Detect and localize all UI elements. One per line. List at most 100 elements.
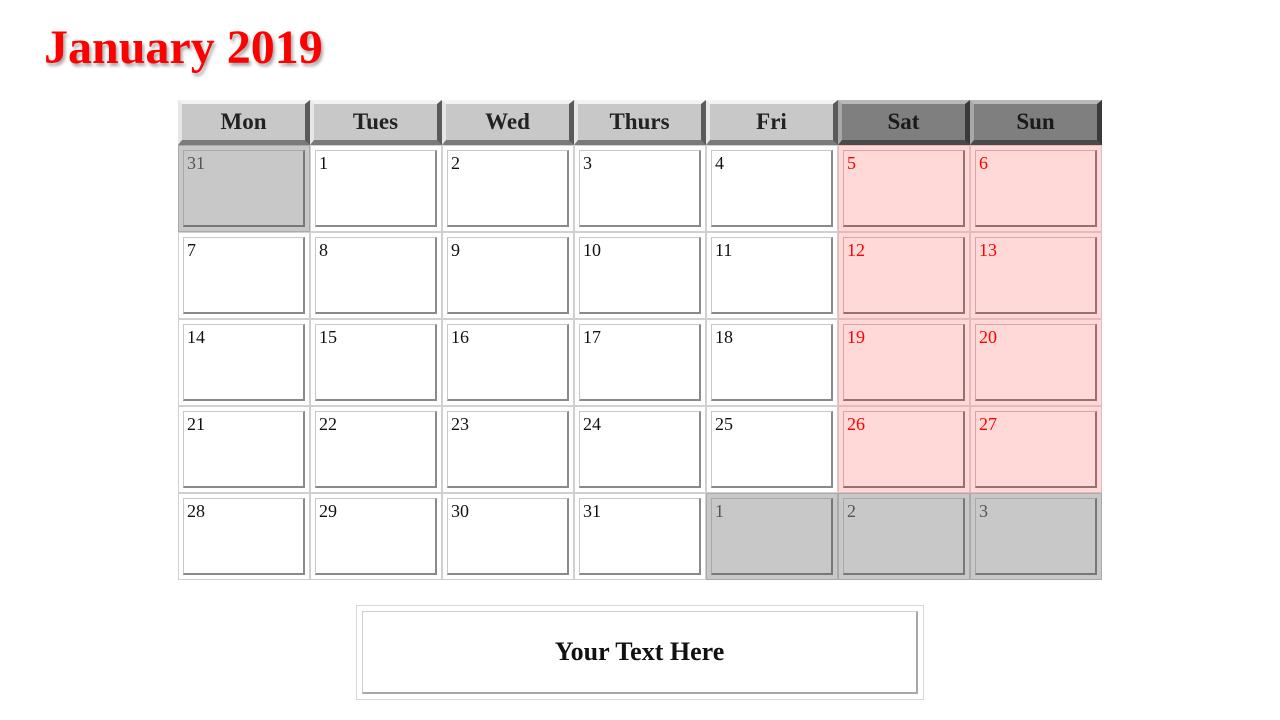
day-number: 4	[715, 153, 724, 173]
calendar-grid: Mon Tues Wed Thurs Fri Sat Sun 31 1 2 3 4 5 6 7 8 9 10 11…	[178, 100, 1102, 580]
day-cell[interactable]: 31	[574, 493, 706, 580]
day-cell-weekend[interactable]: 20	[970, 319, 1102, 406]
day-number: 22	[319, 414, 337, 434]
day-number: 9	[451, 240, 460, 260]
day-cell-weekend[interactable]: 26	[838, 406, 970, 493]
day-cell-frame: 9	[447, 237, 569, 314]
day-cell[interactable]: 10	[574, 232, 706, 319]
day-number: 31	[187, 153, 205, 173]
week-row: 14 15 16 17 18 19 20	[178, 319, 1102, 406]
day-cell-frame: 19	[843, 324, 965, 401]
weekday-header-fri: Fri	[706, 100, 838, 145]
day-number: 27	[979, 414, 997, 434]
day-number: 14	[187, 327, 205, 347]
day-number: 21	[187, 414, 205, 434]
day-cell[interactable]: 30	[442, 493, 574, 580]
day-number: 2	[451, 153, 460, 173]
weekday-header-wed: Wed	[442, 100, 574, 145]
day-number: 2	[847, 501, 856, 521]
text-box[interactable]: Your Text Here	[356, 605, 924, 700]
day-number: 3	[583, 153, 592, 173]
week-row: 21 22 23 24 25 26 27	[178, 406, 1102, 493]
weekday-header-tues: Tues	[310, 100, 442, 145]
day-cell[interactable]: 28	[178, 493, 310, 580]
day-cell-frame: 23	[447, 411, 569, 488]
day-number: 29	[319, 501, 337, 521]
day-cell-frame: 21	[183, 411, 305, 488]
day-cell-frame: 7	[183, 237, 305, 314]
weekday-header-sat: Sat	[838, 100, 970, 145]
day-cell[interactable]: 7	[178, 232, 310, 319]
day-cell[interactable]: 22	[310, 406, 442, 493]
day-cell[interactable]: 24	[574, 406, 706, 493]
day-cell[interactable]: 21	[178, 406, 310, 493]
day-cell[interactable]: 16	[442, 319, 574, 406]
day-cell-frame: 16	[447, 324, 569, 401]
day-cell-frame: 8	[315, 237, 437, 314]
day-cell-frame: 12	[843, 237, 965, 314]
day-cell-frame: 22	[315, 411, 437, 488]
day-number: 12	[847, 240, 865, 260]
day-number: 1	[715, 501, 724, 521]
day-cell[interactable]: 29	[310, 493, 442, 580]
day-number: 23	[451, 414, 469, 434]
day-cell[interactable]: 18	[706, 319, 838, 406]
day-number: 18	[715, 327, 733, 347]
day-number: 15	[319, 327, 337, 347]
day-cell-frame: 1	[711, 498, 833, 575]
day-number: 19	[847, 327, 865, 347]
weekday-header-sun: Sun	[970, 100, 1102, 145]
text-box-label[interactable]: Your Text Here	[362, 611, 918, 694]
day-cell-frame: 30	[447, 498, 569, 575]
day-cell[interactable]: 4	[706, 145, 838, 232]
day-cell[interactable]: 11	[706, 232, 838, 319]
day-cell[interactable]: 15	[310, 319, 442, 406]
day-number: 8	[319, 240, 328, 260]
day-cell-frame: 29	[315, 498, 437, 575]
day-cell-frame: 24	[579, 411, 701, 488]
day-cell-frame: 6	[975, 150, 1097, 227]
week-row: 7 8 9 10 11 12 13	[178, 232, 1102, 319]
day-cell[interactable]: 23	[442, 406, 574, 493]
day-cell-other-month[interactable]: 1	[706, 493, 838, 580]
day-cell-frame: 18	[711, 324, 833, 401]
day-cell[interactable]: 9	[442, 232, 574, 319]
day-cell-weekend[interactable]: 5	[838, 145, 970, 232]
day-cell-other-month[interactable]: 31	[178, 145, 310, 232]
day-cell[interactable]: 3	[574, 145, 706, 232]
day-cell[interactable]: 17	[574, 319, 706, 406]
day-number: 10	[583, 240, 601, 260]
day-number: 24	[583, 414, 601, 434]
day-cell-weekend[interactable]: 13	[970, 232, 1102, 319]
day-cell[interactable]: 1	[310, 145, 442, 232]
day-cell-frame: 31	[183, 150, 305, 227]
calendar-weeks: 31 1 2 3 4 5 6 7 8 9 10 11 12 13 14 15 16 17 18 19 20 21 22 23 2…	[178, 145, 1102, 580]
day-cell-frame: 25	[711, 411, 833, 488]
day-cell-other-month[interactable]: 3	[970, 493, 1102, 580]
day-cell-frame: 14	[183, 324, 305, 401]
day-number: 30	[451, 501, 469, 521]
day-cell-frame: 2	[843, 498, 965, 575]
day-number: 3	[979, 501, 988, 521]
day-number: 17	[583, 327, 601, 347]
weekday-header-mon: Mon	[178, 100, 310, 145]
day-cell-weekend[interactable]: 27	[970, 406, 1102, 493]
day-cell[interactable]: 2	[442, 145, 574, 232]
day-cell-frame: 1	[315, 150, 437, 227]
day-cell-frame: 28	[183, 498, 305, 575]
day-number: 1	[319, 153, 328, 173]
day-cell[interactable]: 14	[178, 319, 310, 406]
day-cell-weekend[interactable]: 6	[970, 145, 1102, 232]
day-cell-frame: 5	[843, 150, 965, 227]
day-cell[interactable]: 8	[310, 232, 442, 319]
day-cell-frame: 3	[975, 498, 1097, 575]
day-number: 5	[847, 153, 856, 173]
day-number: 11	[715, 240, 733, 260]
week-row: 28 29 30 31 1 2 3	[178, 493, 1102, 580]
day-cell-weekend[interactable]: 12	[838, 232, 970, 319]
day-cell-weekend[interactable]: 19	[838, 319, 970, 406]
day-cell-frame: 15	[315, 324, 437, 401]
day-cell-other-month[interactable]: 2	[838, 493, 970, 580]
day-cell[interactable]: 25	[706, 406, 838, 493]
day-cell-frame: 20	[975, 324, 1097, 401]
